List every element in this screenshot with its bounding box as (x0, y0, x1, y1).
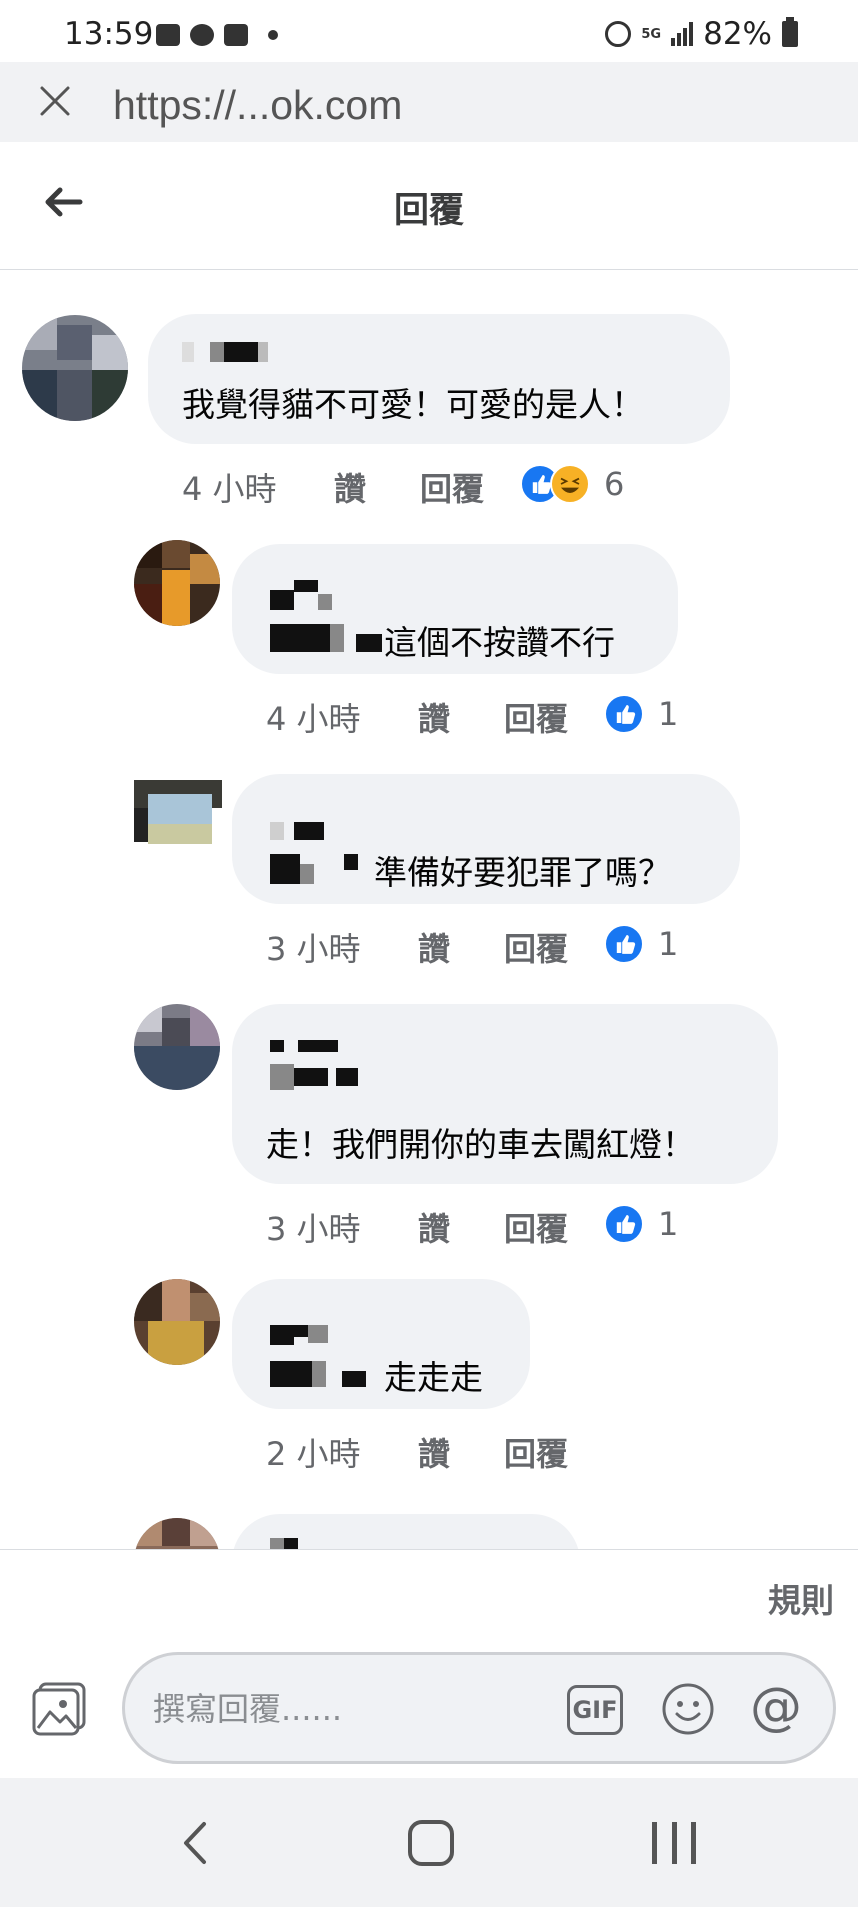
like-reaction-icon (604, 1204, 644, 1244)
reply-composer-panel: 規則 GIF @ (0, 1550, 858, 1778)
comment-meta: 3 小時 讚 回覆 1 (266, 924, 786, 968)
reply-button[interactable]: 回覆 (504, 924, 568, 970)
status-time: 13:59 (64, 16, 154, 52)
like-reaction-icon (604, 694, 644, 734)
haha-reaction-icon (550, 464, 590, 504)
comment-bubble[interactable] (232, 1514, 580, 1549)
mention-icon[interactable]: @ (747, 1677, 805, 1737)
like-button[interactable]: 讚 (418, 694, 450, 740)
reply-composer[interactable]: GIF @ (122, 1652, 836, 1764)
reactions[interactable]: 1 (604, 694, 678, 734)
status-bar: 13:59 5G 82% (0, 0, 858, 62)
reaction-count: 1 (658, 695, 679, 733)
line-icon (190, 24, 214, 46)
reactions[interactable]: 1 (604, 1204, 678, 1244)
reaction-count: 6 (604, 465, 625, 503)
like-reaction-icon (604, 924, 644, 964)
signal-icon (671, 22, 694, 46)
avatar[interactable] (22, 315, 128, 421)
reply-button[interactable]: 回覆 (504, 1204, 568, 1250)
comment-meta: 2 小時 讚 回覆 (266, 1429, 786, 1473)
youtube-icon (224, 24, 248, 46)
network-type: 5G (641, 26, 662, 42)
gif-button[interactable]: GIF (567, 1685, 623, 1735)
reply-comment: 這個不按讚不行 4 小時 讚 回覆 1 (0, 520, 858, 750)
rules-link[interactable]: 規則 (768, 1574, 834, 1622)
comment-time: 3 小時 (266, 930, 361, 968)
reaction-count: 1 (658, 1205, 679, 1243)
browser-url-bar: https://...ok.com (0, 62, 858, 142)
comment-meta: 4 小時 讚 回覆 6 (182, 464, 782, 508)
like-button[interactable]: 讚 (418, 1204, 450, 1250)
nav-back-icon[interactable] (176, 1818, 216, 1868)
reply-comment-partial (0, 1510, 858, 1549)
avatar[interactable] (134, 540, 220, 626)
reply-input[interactable] (153, 1683, 533, 1735)
like-button[interactable]: 讚 (418, 1429, 450, 1475)
battery-percent: 82% (703, 16, 772, 52)
photo-icon[interactable] (30, 1678, 90, 1738)
reply-button[interactable]: 回覆 (420, 464, 484, 510)
avatar[interactable] (134, 1279, 220, 1365)
comment-text: 這個不按讚不行 (384, 623, 615, 662)
like-button[interactable]: 讚 (418, 924, 450, 970)
more-notifications-icon (268, 30, 278, 40)
close-icon[interactable] (36, 82, 74, 120)
url-text[interactable]: https://...ok.com (113, 82, 402, 129)
nav-recent-apps-icon[interactable] (652, 1822, 696, 1864)
reply-button[interactable]: 回覆 (504, 694, 568, 740)
page-title: 回覆 (393, 191, 464, 231)
reaction-count: 1 (658, 925, 679, 963)
comment-text: 走！我們開你的車去闖紅燈！ (266, 1125, 695, 1164)
comment-bubble[interactable]: 這個不按讚不行 (232, 544, 678, 674)
emoji-icon[interactable] (660, 1681, 716, 1737)
reply-comment: 走走走 2 小時 讚 回覆 (0, 1255, 858, 1485)
comment-time: 4 小時 (266, 700, 361, 738)
comment-text: 走走走 (384, 1358, 483, 1397)
reactions[interactable]: 6 (520, 464, 624, 504)
comment-bubble[interactable]: 走！我們開你的車去闖紅燈！ (232, 1004, 778, 1184)
comment-time: 4 小時 (182, 470, 277, 508)
system-nav-bar (0, 1778, 858, 1907)
battery-icon (782, 17, 798, 47)
comment-meta: 3 小時 讚 回覆 1 (266, 1204, 786, 1248)
like-button[interactable]: 讚 (334, 464, 366, 510)
avatar[interactable] (134, 1004, 220, 1090)
reply-comment: 準備好要犯罪了嗎？ 3 小時 讚 回覆 1 (0, 750, 858, 980)
status-right: 5G 82% (605, 16, 798, 52)
reply-button[interactable]: 回覆 (504, 1429, 568, 1475)
author-name-redacted[interactable] (182, 342, 272, 362)
alarm-icon (605, 21, 632, 47)
main-comment: 我覺得貓不可愛！可愛的是人！ 4 小時 讚 回覆 6 (0, 270, 858, 520)
comment-time: 3 小時 (266, 1210, 361, 1248)
comment-bubble[interactable]: 準備好要犯罪了嗎？ (232, 774, 740, 904)
nav-home-icon[interactable] (408, 1820, 454, 1866)
gallery-icon (156, 24, 180, 46)
comment-meta: 4 小時 讚 回覆 1 (266, 694, 786, 738)
comment-bubble[interactable]: 我覺得貓不可愛！可愛的是人！ (148, 314, 730, 444)
comment-text: 準備好要犯罪了嗎？ (374, 853, 671, 892)
notification-icons (156, 24, 278, 46)
comment-bubble[interactable]: 走走走 (232, 1279, 530, 1409)
comment-text: 我覺得貓不可愛！可愛的是人！ (182, 385, 644, 424)
avatar[interactable] (134, 1518, 220, 1549)
page-header: 回覆 (0, 142, 858, 270)
avatar[interactable] (134, 768, 222, 856)
reply-comment: 走！我們開你的車去闖紅燈！ 3 小時 讚 回覆 1 (0, 980, 858, 1255)
reactions[interactable]: 1 (604, 924, 678, 964)
comment-time: 2 小時 (266, 1435, 361, 1473)
